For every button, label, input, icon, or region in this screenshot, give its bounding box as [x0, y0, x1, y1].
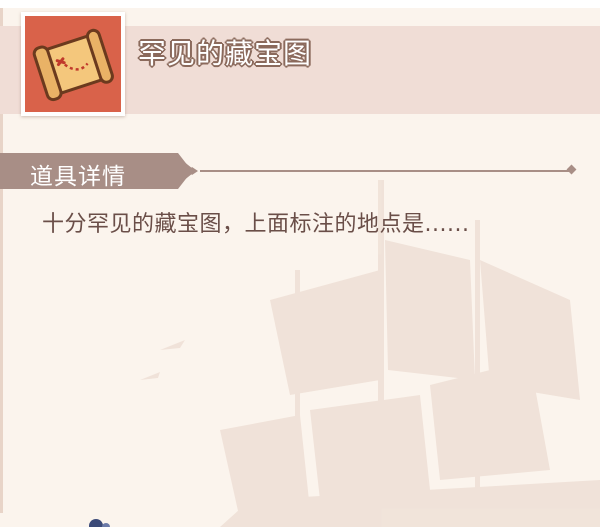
divider-end-diamond [566, 164, 577, 175]
section-label-item-details: 道具详情 [30, 164, 126, 190]
top-strip [0, 0, 600, 8]
item-icon-frame [21, 12, 125, 116]
item-detail-panel: 罕见的藏宝图 道具详情 十分罕见的藏宝图，上面标注的地点是...... [0, 0, 600, 527]
treasure-map-icon [32, 28, 114, 102]
item-icon-box [25, 16, 121, 112]
item-description: 十分罕见的藏宝图，上面标注的地点是...... [42, 212, 470, 237]
section-divider [200, 170, 572, 172]
bottom-ornament [89, 519, 110, 527]
item-name: 罕见的藏宝图 [138, 37, 313, 70]
